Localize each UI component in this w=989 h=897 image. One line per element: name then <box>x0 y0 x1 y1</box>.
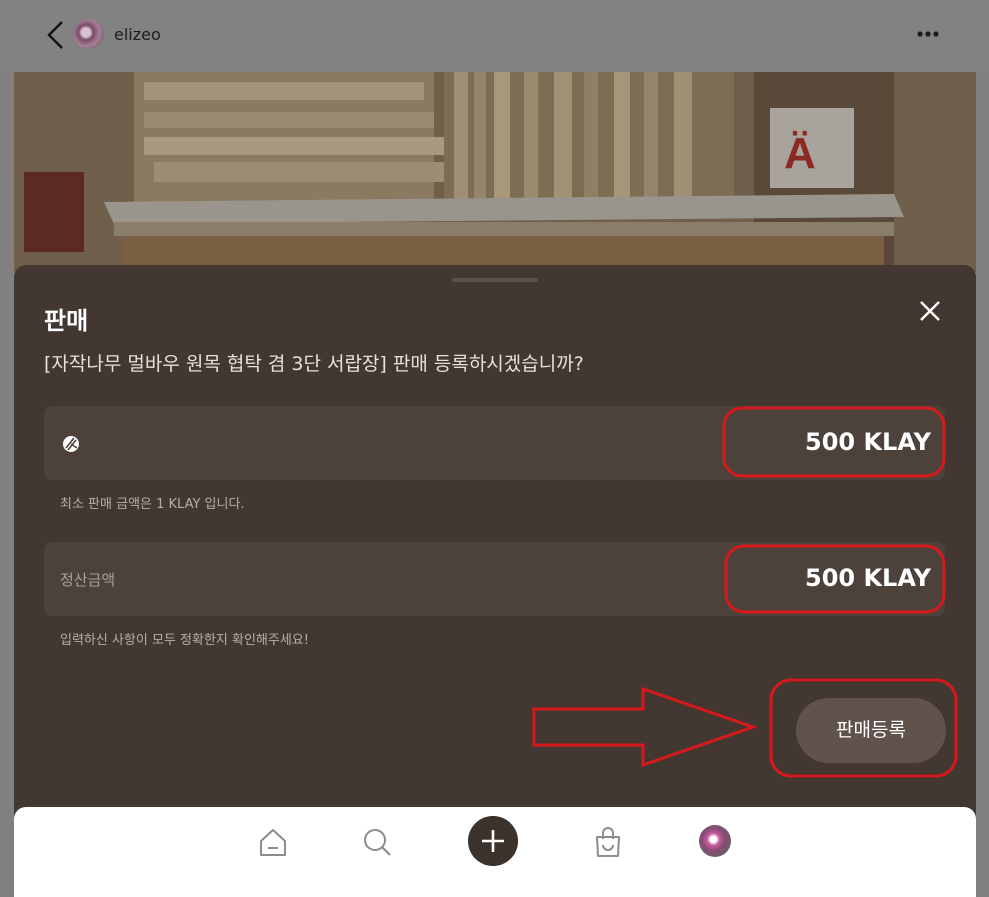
product-photo: Ä <box>14 72 976 272</box>
chevron-left-icon[interactable] <box>44 20 68 50</box>
home-icon[interactable] <box>258 825 288 859</box>
sell-bottom-sheet: 판매 [자작나무 멀바우 원목 협탁 겸 3단 서랍장] 판매 등록하시겠습니까… <box>14 265 976 825</box>
svg-text:Ä: Ä <box>784 129 816 178</box>
more-horizontal-icon[interactable] <box>914 24 944 44</box>
sell-confirm-question: [자작나무 멀바우 원목 협탁 겸 3단 서랍장] 판매 등록하시겠습니까? <box>44 353 584 375</box>
shopping-bag-icon[interactable] <box>593 825 623 859</box>
search-icon[interactable] <box>361 825 393 859</box>
bottom-navigation <box>14 807 976 897</box>
price-value[interactable]: 500 KLAY <box>805 428 931 456</box>
add-icon[interactable] <box>468 816 518 866</box>
profile-avatar[interactable] <box>699 825 731 857</box>
sheet-drag-handle[interactable] <box>452 278 538 282</box>
price-input[interactable]: 500 KLAY <box>44 406 945 480</box>
settlement-label: 정산금액 <box>60 571 116 589</box>
min-price-hint: 최소 판매 금액은 1 KLAY 입니다. <box>60 497 245 512</box>
klay-icon <box>63 436 79 452</box>
register-sale-button[interactable]: 판매등록 <box>796 698 946 763</box>
avatar[interactable] <box>74 19 104 49</box>
close-icon[interactable] <box>918 299 942 323</box>
settlement-amount-field: 정산금액 500 KLAY <box>44 542 945 616</box>
sheet-title: 판매 <box>44 307 89 335</box>
top-bar: elizeo <box>0 0 989 70</box>
username[interactable]: elizeo <box>114 25 161 44</box>
workshop-photo-illustration: Ä <box>14 72 976 272</box>
settlement-value: 500 KLAY <box>805 564 931 592</box>
confirm-hint: 입력하신 사항이 모두 정확한지 확인해주세요! <box>60 633 309 648</box>
